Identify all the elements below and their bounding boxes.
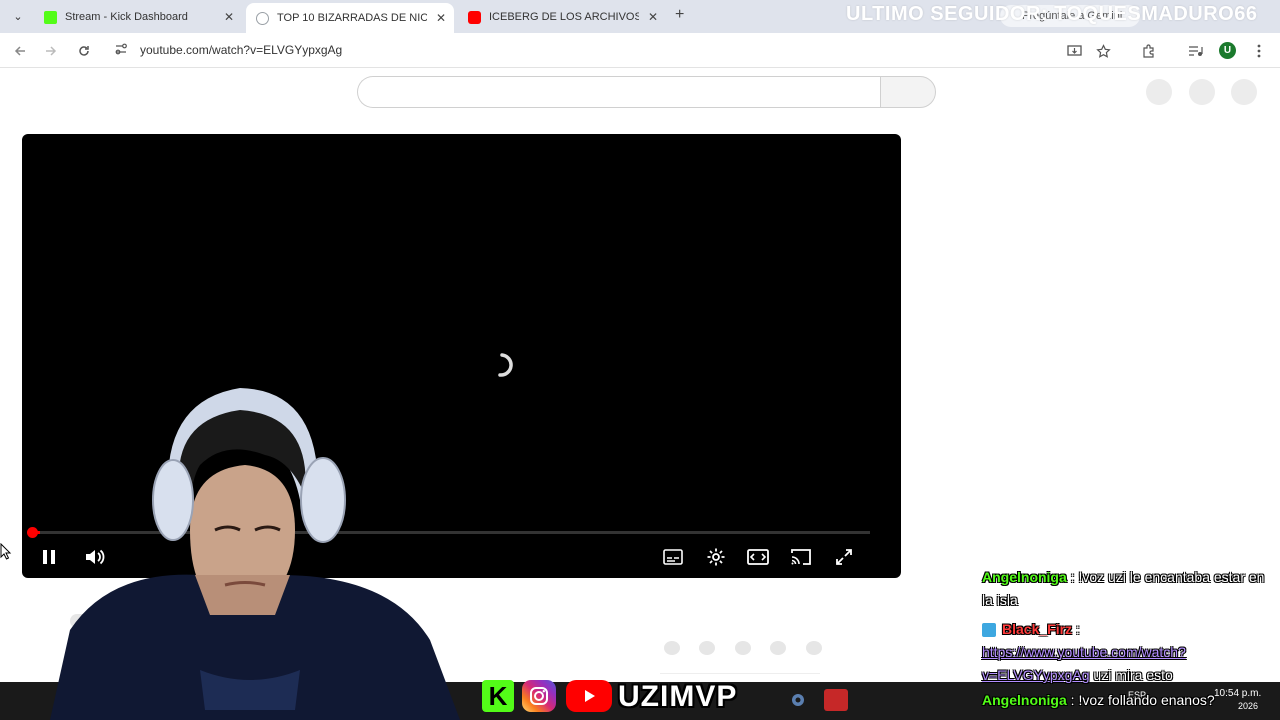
tab-title: TOP 10 BIZARRADAS DE NICOL (277, 12, 427, 24)
last-follower-overlay: ULTIMO SEGUIDOR: TOQUESMADURO66 (846, 3, 1258, 25)
tab-title: Stream - Kick Dashboard (65, 11, 188, 23)
forward-icon[interactable] (41, 41, 61, 61)
tab-strip: ⌄ Stream - Kick Dashboard ✕ TOP 10 BIZAR… (0, 0, 1280, 33)
streamer-brand-name: UZIMVP (618, 680, 738, 713)
chat-text: !voz follando enanos? (1078, 692, 1215, 708)
fullscreen-icon[interactable] (831, 544, 857, 570)
chat-message: Angelnoniga : !voz follando enanos? (982, 689, 1272, 712)
close-tab-icon[interactable]: ✕ (648, 10, 658, 24)
action-placeholder (664, 641, 680, 655)
settings-icon[interactable] (703, 544, 729, 570)
browser-toolbar: youtube.com/watch?v=ELVGYypxgAg U (0, 33, 1280, 68)
youtube-search-button[interactable] (880, 76, 936, 108)
back-icon[interactable] (10, 41, 30, 61)
reload-icon[interactable] (74, 41, 94, 61)
close-tab-icon[interactable]: ✕ (436, 11, 446, 25)
site-info-icon[interactable] (114, 42, 130, 58)
chat-separator: : (1066, 692, 1079, 708)
chat-username: Angelnoniga (982, 569, 1067, 585)
divider (660, 673, 820, 674)
theater-icon[interactable] (745, 544, 771, 570)
chat-username: Angelnoniga (982, 692, 1067, 708)
kick-favicon-icon (44, 10, 57, 24)
cast-icon[interactable] (788, 544, 814, 570)
webcam-streamer-image (50, 388, 460, 720)
action-placeholder (735, 641, 751, 655)
address-bar[interactable]: youtube.com/watch?v=ELVGYypxgAg (140, 43, 342, 57)
kick-logo-icon: K (482, 680, 514, 712)
loading-spinner-icon (498, 353, 513, 377)
chat-username: Black_Firz (1002, 621, 1073, 637)
action-placeholder (699, 641, 715, 655)
tab-search-menu-icon[interactable]: ⌄ (8, 6, 28, 26)
close-tab-icon[interactable]: ✕ (224, 10, 234, 24)
tab-kick-dashboard[interactable]: Stream - Kick Dashboard ✕ (34, 4, 242, 30)
star-icon[interactable] (1093, 41, 1113, 61)
create-placeholder-icon[interactable] (1146, 79, 1172, 105)
menu-icon[interactable] (1249, 41, 1269, 61)
app-taskbar-icon[interactable] (824, 689, 848, 711)
chat-separator: : (1066, 569, 1079, 585)
new-tab-button[interactable]: + (675, 6, 684, 24)
media-control-icon[interactable] (1185, 41, 1205, 61)
chat-text: uzi mira esto (1089, 667, 1173, 683)
youtube-logo-icon (566, 680, 612, 712)
settings-gear-icon[interactable] (789, 691, 807, 709)
instagram-logo-icon (522, 680, 556, 712)
profile-avatar[interactable]: U (1219, 42, 1236, 59)
chat-separator: : (1072, 621, 1080, 637)
chat-badge-icon (982, 623, 996, 638)
extensions-icon[interactable] (1138, 41, 1158, 61)
chat-message: Black_Firz : https://www.youtube.com/wat… (982, 618, 1272, 687)
youtube-search-input[interactable] (357, 76, 881, 108)
action-placeholder (770, 641, 786, 655)
globe-favicon-icon (256, 11, 269, 25)
action-placeholder (806, 641, 822, 655)
account-placeholder-icon[interactable] (1231, 79, 1257, 105)
notifications-placeholder-icon[interactable] (1189, 79, 1215, 105)
scrubber-handle[interactable] (27, 527, 38, 538)
tab-title: ICEBERG DE LOS ARCHIVOS E... (489, 11, 639, 23)
mouse-pointer-icon (0, 543, 12, 560)
subtitles-icon[interactable] (660, 544, 686, 570)
youtube-favicon-icon (468, 10, 481, 24)
tab-top-10-bizarradas[interactable]: TOP 10 BIZARRADAS DE NICOL ✕ (246, 3, 454, 33)
chat-message: Angelnoniga : !voz uzi le encantaba esta… (982, 566, 1272, 612)
tab-iceberg-archivos[interactable]: ICEBERG DE LOS ARCHIVOS E... ✕ (458, 4, 666, 30)
stream-chat-overlay: Angelnoniga : !voz uzi le encantaba esta… (982, 566, 1272, 712)
install-icon[interactable] (1064, 41, 1084, 61)
